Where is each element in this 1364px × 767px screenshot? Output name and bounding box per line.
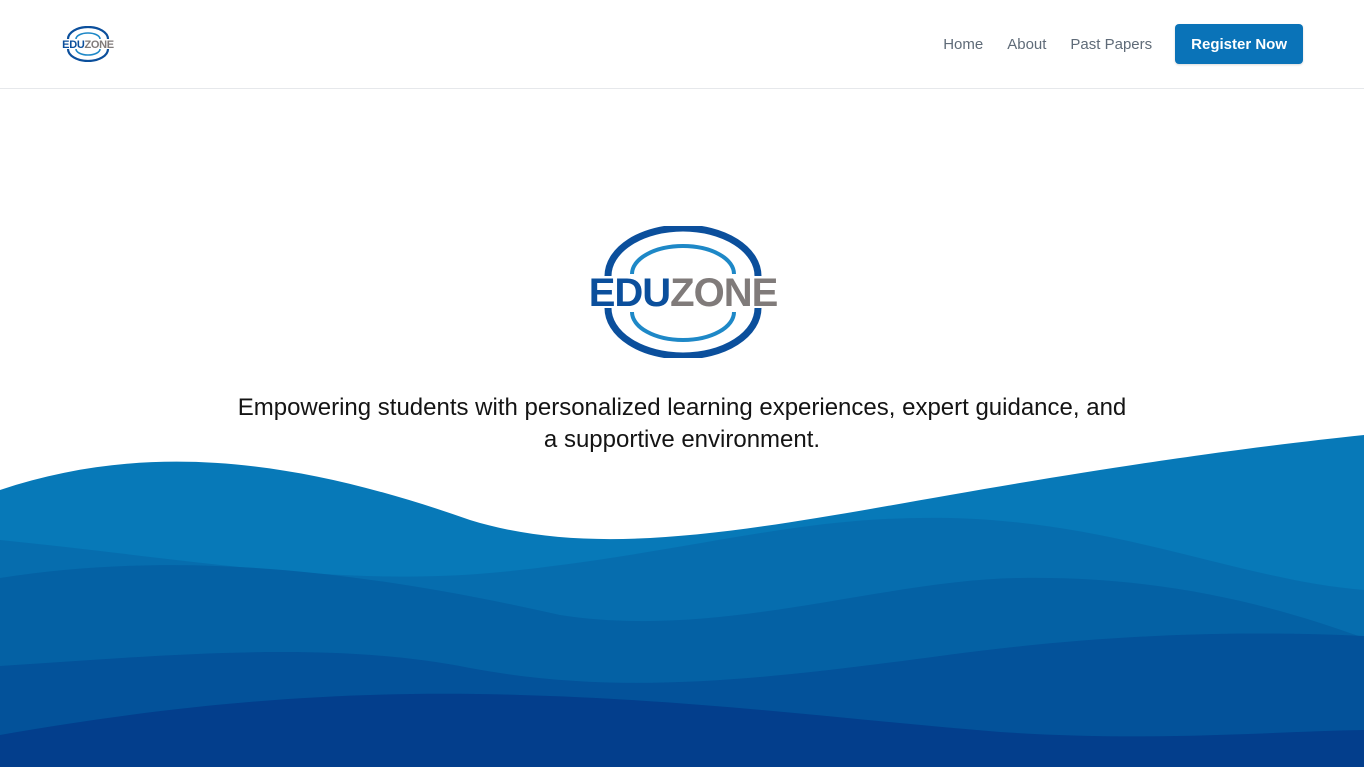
nav-home-link[interactable]: Home xyxy=(943,36,983,53)
svg-text:EDUZONE: EDUZONE xyxy=(589,271,778,315)
register-now-button[interactable]: Register Now xyxy=(1175,24,1303,64)
landing-page: EDUZONE Home About Past Papers Register … xyxy=(0,0,1364,767)
svg-text:EDUZONE: EDUZONE xyxy=(62,39,114,51)
hero-logo: EDUZONE xyxy=(584,226,782,358)
eduzone-logo-icon: EDUZONE xyxy=(62,26,114,62)
main-nav: Home About Past Papers Register Now xyxy=(943,24,1303,64)
header-logo[interactable]: EDUZONE xyxy=(62,26,114,62)
hero-tagline: Empowering students with personalized le… xyxy=(237,394,1127,453)
nav-past-papers-link[interactable]: Past Papers xyxy=(1070,36,1152,53)
eduzone-hero-logo-icon: EDUZONE xyxy=(589,226,779,358)
nav-about-link[interactable]: About xyxy=(1007,36,1046,53)
site-header: EDUZONE Home About Past Papers Register … xyxy=(0,0,1364,89)
